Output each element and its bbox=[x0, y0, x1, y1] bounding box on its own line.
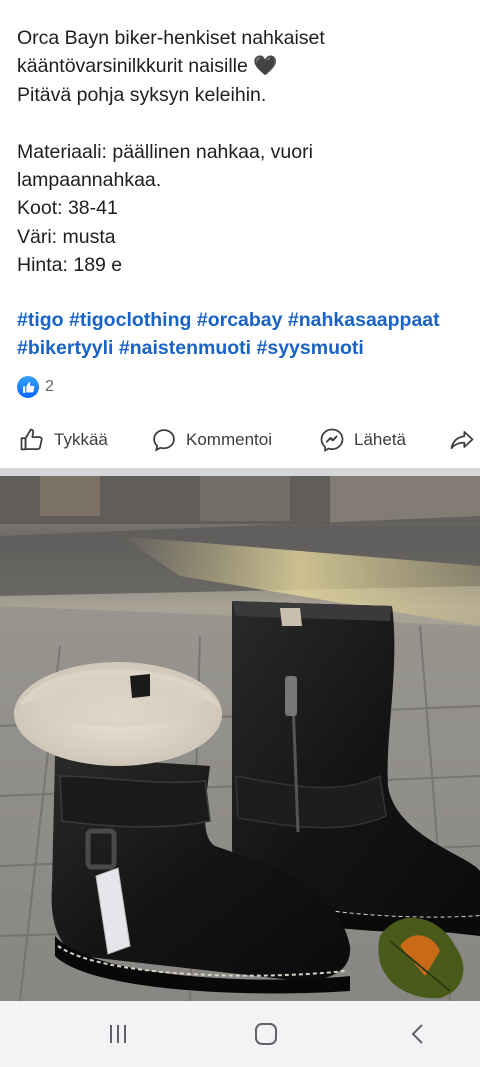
reaction-summary[interactable]: 2 bbox=[17, 375, 54, 399]
post-line bbox=[17, 109, 473, 137]
share-button[interactable] bbox=[448, 420, 476, 460]
hashtag-link[interactable]: #syysmuoti bbox=[257, 337, 364, 359]
hashtag-link[interactable]: #naistenmuoti bbox=[119, 337, 251, 359]
post-line: Pitävä pohja syksyn keleihin. bbox=[17, 83, 267, 106]
post-line: lampaannahkaa. bbox=[17, 168, 162, 191]
post-line: Koot: 38-41 bbox=[17, 197, 118, 220]
reaction-count: 2 bbox=[45, 378, 54, 395]
home-icon[interactable] bbox=[246, 1015, 286, 1053]
post-line: Materiaali: päällinen nahkaa, vuori bbox=[17, 140, 313, 163]
hashtag-line: #bikertyyli #naistenmuoti #syysmuoti bbox=[17, 334, 479, 362]
post-line: kääntövarsinilkkurit naisille 🖤 bbox=[17, 55, 278, 78]
messenger-icon bbox=[318, 426, 346, 454]
post-line: Väri: musta bbox=[17, 225, 116, 248]
send-label: Lähetä bbox=[354, 430, 406, 449]
hashtag-link[interactable]: #nahkasaappaat bbox=[288, 309, 440, 331]
share-arrow-icon bbox=[448, 426, 476, 454]
comment-label: Kommentoi bbox=[186, 430, 272, 449]
hashtag-link[interactable]: #bikertyyli bbox=[17, 337, 113, 359]
hashtag-link[interactable]: #tigo bbox=[17, 309, 64, 331]
post-line: Orca Bayn biker-henkiset nahkaiset bbox=[17, 27, 325, 49]
recent-apps-icon[interactable] bbox=[98, 1015, 138, 1053]
post-line: Hinta: 189 e bbox=[17, 254, 123, 277]
system-navigation-bar bbox=[0, 1001, 480, 1067]
action-bar: Tykkää Kommentoi Lähetä bbox=[0, 420, 480, 460]
hashtags: #tigo #tigoclothing #orcabay #nahkasaapp… bbox=[17, 306, 479, 363]
send-button[interactable]: Lähetä bbox=[318, 420, 406, 460]
like-button[interactable]: Tykkää bbox=[18, 420, 108, 460]
post-text: Orca Bayn biker-henkiset nahkaiset käänt… bbox=[17, 24, 473, 280]
comment-icon bbox=[150, 426, 178, 454]
post-divider bbox=[0, 468, 480, 476]
back-icon[interactable] bbox=[398, 1015, 438, 1053]
thumbs-up-icon bbox=[17, 376, 39, 398]
hashtag-link[interactable]: #orcabay bbox=[197, 309, 283, 331]
thumbs-up-outline-icon bbox=[18, 426, 46, 454]
hashtag-link[interactable]: #tigoclothing bbox=[69, 309, 191, 331]
post-photo[interactable] bbox=[0, 476, 480, 1001]
comment-button[interactable]: Kommentoi bbox=[150, 420, 272, 460]
hashtag-line: #tigo #tigoclothing #orcabay #nahkasaapp… bbox=[17, 306, 479, 334]
like-label: Tykkää bbox=[54, 430, 108, 449]
boots-photo-illustration bbox=[0, 476, 480, 1001]
